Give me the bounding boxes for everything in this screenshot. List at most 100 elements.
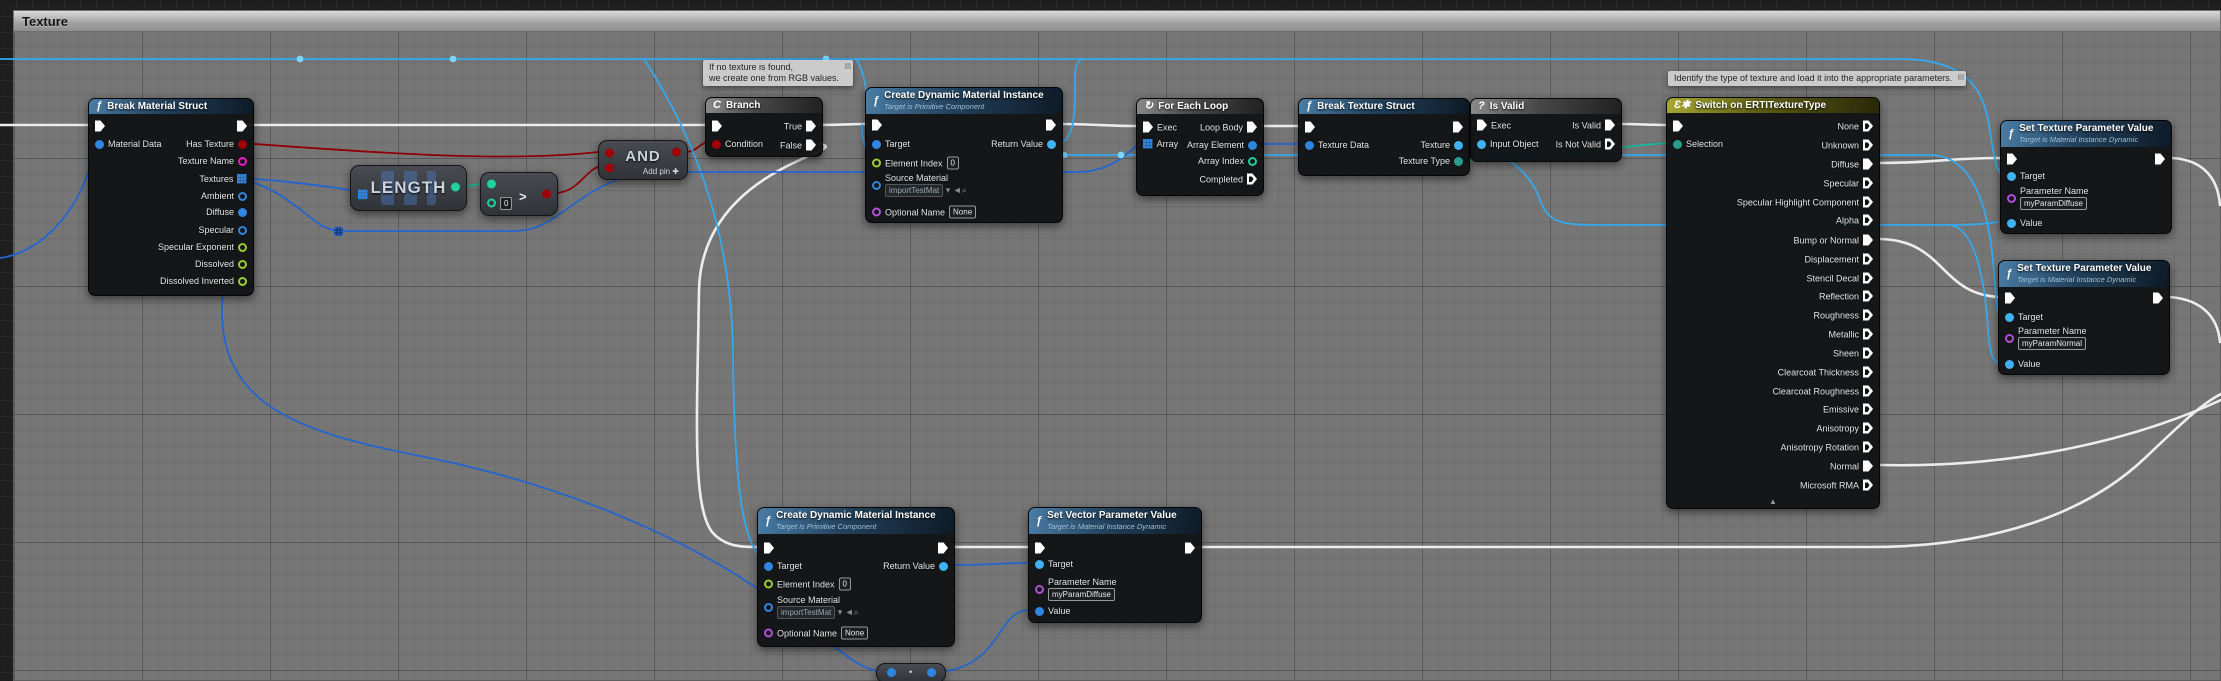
wire-blue-edge-materialdata[interactable] <box>0 143 99 258</box>
node-header[interactable]: ƒSet Texture Parameter ValueTarget is Ma… <box>1999 261 2169 287</box>
exec-pin[interactable] <box>1863 423 1873 434</box>
exec-pin[interactable] <box>1863 235 1873 246</box>
reroute-dot[interactable] <box>297 56 304 63</box>
reroute-dot[interactable] <box>450 56 457 63</box>
pin-row-false[interactable]: False <box>780 140 816 151</box>
pin-row-exec[interactable] <box>872 120 882 131</box>
pin-row-true[interactable]: True <box>784 121 816 132</box>
object-pin[interactable] <box>764 562 773 571</box>
node-header[interactable]: ↻For Each Loop <box>1137 99 1263 114</box>
pin-row-texture[interactable]: Texture <box>1420 140 1463 150</box>
wire-cyan-returnvalue-up[interactable] <box>1061 59 1082 143</box>
exec-pin[interactable] <box>2153 293 2163 304</box>
pin-row-array-element[interactable]: Array Element <box>1187 140 1257 150</box>
param-pin[interactable] <box>2007 194 2016 203</box>
pin-row-anisotropy[interactable]: Anisotropy <box>1816 423 1873 434</box>
pin-row-specular[interactable]: Specular <box>1823 178 1873 189</box>
texture-pin[interactable] <box>939 562 948 571</box>
pin-row-optional-name[interactable]: Optional NameNone <box>872 206 976 219</box>
pin-row-value[interactable]: Value <box>1035 606 1070 616</box>
exec-pin[interactable] <box>1863 310 1873 321</box>
pin-row-ambient[interactable]: Ambient <box>201 191 247 201</box>
float-pin[interactable] <box>764 580 773 589</box>
pin-row-dissolved-inverted[interactable]: Dissolved Inverted <box>160 276 247 286</box>
pin-row-exec[interactable] <box>2005 293 2015 304</box>
pin-row-return-value[interactable]: Return Value <box>991 139 1056 149</box>
value-input[interactable]: 0 <box>947 157 959 170</box>
value-input[interactable]: None <box>949 206 976 219</box>
collapse-arrow-icon[interactable]: ▲ <box>1769 497 1777 506</box>
exec-pin[interactable] <box>1453 122 1463 133</box>
pin-row-emissive[interactable]: Emissive <box>1823 404 1873 415</box>
pin-row-specular-exponent[interactable]: Specular Exponent <box>158 242 247 252</box>
pin-row-array[interactable]: Array <box>1143 139 1178 149</box>
pin-row-exec[interactable] <box>1453 122 1463 133</box>
pin-row-source-material[interactable]: Source MaterialimportTestMat ▾ ◄⌕ <box>764 595 859 619</box>
pin-row-alpha[interactable]: Alpha <box>1836 215 1873 226</box>
texture-pin[interactable] <box>2005 360 2014 369</box>
texture-pin[interactable] <box>1454 141 1463 150</box>
object-pin[interactable] <box>95 140 104 149</box>
object-pin[interactable] <box>1035 607 1044 616</box>
pin-row-diffuse[interactable]: Diffuse <box>1831 159 1873 170</box>
exec-pin[interactable] <box>237 121 247 132</box>
int-pin[interactable] <box>451 183 460 192</box>
exec-pin[interactable] <box>1305 122 1315 133</box>
exec-pin[interactable] <box>95 121 105 132</box>
pin-row-normal[interactable]: Normal <box>1830 461 1873 472</box>
exec-pin[interactable] <box>1185 543 1195 554</box>
pin-row-return-value[interactable]: Return Value <box>883 561 948 571</box>
exec-pin[interactable] <box>1863 140 1873 151</box>
asset-dropdown[interactable]: importTestMat <box>777 606 835 619</box>
float-pin[interactable] <box>238 243 247 252</box>
pin-row-metallic[interactable]: Metallic <box>1828 329 1873 340</box>
pin-row-element-index[interactable]: Element Index0 <box>764 578 851 591</box>
exec-pin[interactable] <box>806 121 816 132</box>
node-header[interactable]: ƒBreak Material Struct <box>89 99 253 114</box>
node-header[interactable]: ƒSet Vector Parameter ValueTarget is Mat… <box>1029 508 1201 534</box>
pin-row-textures[interactable]: Textures <box>199 174 247 184</box>
wire-exec-false-cdmibottom[interactable] <box>697 144 826 547</box>
pin-row-exec[interactable] <box>1673 121 1683 132</box>
exec-pin[interactable] <box>938 543 948 554</box>
exec-pin[interactable] <box>1143 122 1153 133</box>
wire-exec-switch-normal-out[interactable] <box>1880 400 2221 465</box>
wire-blue-returnvalue-svpvtarget[interactable] <box>951 563 1029 565</box>
exec-pin[interactable] <box>1863 442 1873 453</box>
node-set-vector-parameter-value[interactable]: ƒSet Vector Parameter ValueTarget is Mat… <box>1028 507 1202 623</box>
exec-pin[interactable] <box>1863 367 1873 378</box>
exec-pin[interactable] <box>2007 154 2017 165</box>
object-pin[interactable] <box>764 603 773 612</box>
comment-bubble[interactable]: Identify the type of texture and load it… <box>1668 71 1966 86</box>
node-greater[interactable]: 0> <box>480 172 558 216</box>
float-pin[interactable] <box>872 159 881 168</box>
pin-row-target[interactable]: Target <box>2005 312 2043 322</box>
pin-row-exec[interactable] <box>938 543 948 554</box>
node-reroute[interactable]: • <box>876 663 946 681</box>
exec-pin[interactable] <box>1035 543 1045 554</box>
exec-pin[interactable] <box>712 121 722 132</box>
pin-row-loop-body[interactable]: Loop Body <box>1200 122 1257 133</box>
comment-title-bar[interactable]: Texture <box>13 10 2221 32</box>
pin-row-completed[interactable]: Completed <box>1199 174 1257 185</box>
object-pin[interactable] <box>1248 141 1257 150</box>
exec-pin[interactable] <box>764 543 774 554</box>
pin-row-roughness[interactable]: Roughness <box>1813 310 1873 321</box>
use-selected-icon[interactable]: ◄ <box>842 607 853 617</box>
pin-row-sheen[interactable]: Sheen <box>1833 348 1873 359</box>
exec-pin[interactable] <box>1863 178 1873 189</box>
reroute-dot[interactable] <box>1118 152 1125 159</box>
enum-pin[interactable] <box>1673 140 1682 149</box>
pin-row-target[interactable]: Target <box>764 561 802 571</box>
pin-row-condition[interactable]: Condition <box>712 139 763 149</box>
texture-pin[interactable] <box>1035 560 1044 569</box>
int-pin[interactable] <box>1248 157 1257 166</box>
array-pin[interactable] <box>358 190 361 193</box>
object-pin[interactable] <box>238 192 247 201</box>
exec-pin[interactable] <box>1863 480 1873 491</box>
value-input[interactable]: myParamDiffuse <box>2020 197 2087 210</box>
pin-row-stencil-decal[interactable]: Stencil Decal <box>1806 273 1873 284</box>
pin-row-dissolved[interactable]: Dissolved <box>195 259 247 269</box>
pin-row-target[interactable]: Target <box>1035 559 1073 569</box>
bubble-pin-icon[interactable]: ▤ <box>1958 72 1965 83</box>
